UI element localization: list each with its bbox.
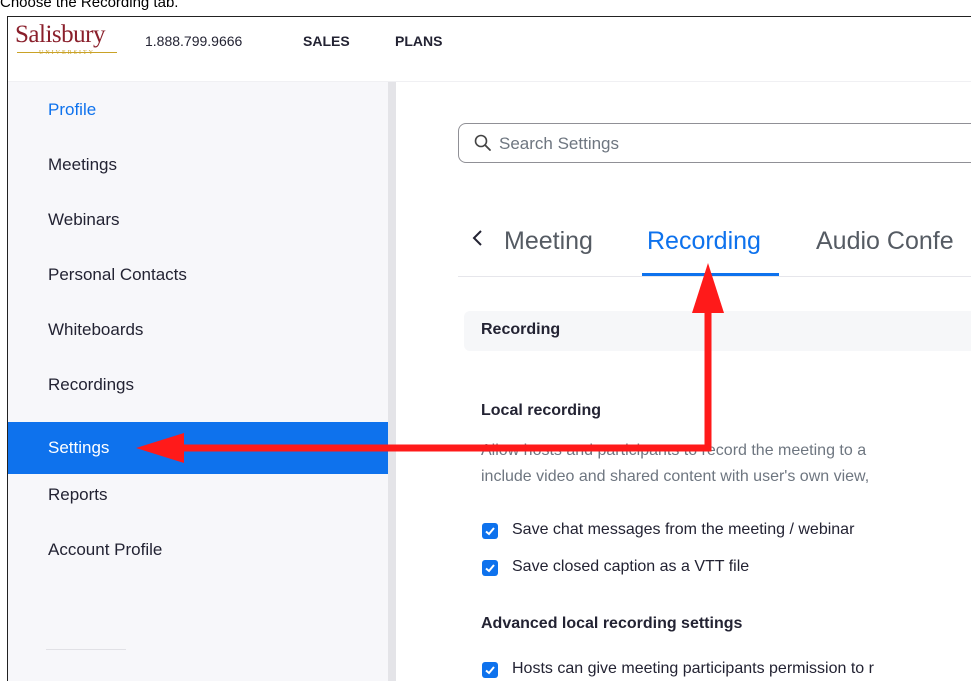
sidebar-item-meetings[interactable]: Meetings [8, 141, 388, 189]
advanced-settings-title: Advanced local recording settings [481, 615, 743, 632]
sidebar-item-whiteboards[interactable]: Whiteboards [8, 306, 388, 354]
phone-number[interactable]: 1.888.799.9666 [145, 33, 242, 49]
search-icon [474, 134, 491, 151]
tab-meeting[interactable]: Meeting [504, 227, 593, 256]
search-input[interactable] [497, 130, 971, 158]
local-recording-description-line-1: Allow hosts and participants to record t… [481, 442, 867, 459]
sidebar-item-recordings[interactable]: Recordings [8, 361, 388, 409]
local-recording-title: Local recording [481, 402, 602, 419]
local-recording-description-line-2: include video and shared content with us… [481, 468, 870, 485]
search-box[interactable] [458, 123, 971, 163]
salisbury-logo[interactable]: Salisbury UNIVERSITY [15, 21, 125, 61]
sidebar-divider [46, 649, 126, 650]
logo-wordmark: Salisbury [15, 21, 105, 48]
top-bar: Salisbury UNIVERSITY 1.888.799.9666 SALE… [8, 17, 971, 82]
checkbox-checked-icon[interactable] [482, 560, 498, 576]
app-window: Salisbury UNIVERSITY 1.888.799.9666 SALE… [7, 16, 971, 681]
checkbox-label: Save closed caption as a VTT file [512, 558, 750, 575]
tabs-divider [458, 276, 971, 277]
sidebar-item-personal-contacts[interactable]: Personal Contacts [8, 251, 388, 299]
sidebar-scrollbar[interactable] [388, 82, 396, 681]
sidebar-item-profile[interactable]: Profile [8, 86, 388, 134]
section-title: Recording [481, 321, 561, 338]
checkbox-label: Hosts can give meeting participants perm… [512, 660, 874, 677]
sidebar-item-account-profile[interactable]: Account Profile [8, 526, 388, 574]
sidebar-item-reports[interactable]: Reports [8, 471, 388, 519]
sidebar-item-settings[interactable]: Settings [8, 422, 388, 474]
tab-recording[interactable]: Recording [647, 227, 761, 256]
checkbox-checked-icon[interactable] [482, 662, 498, 678]
nav-plans-link[interactable]: PLANS [395, 33, 442, 49]
chevron-left-icon[interactable] [471, 228, 485, 254]
nav-sales-link[interactable]: SALES [303, 33, 350, 49]
instruction-caption: Choose the Recording tab. [0, 0, 179, 11]
checkbox-checked-icon[interactable] [482, 523, 498, 539]
section-header-recording[interactable]: Recording [464, 311, 971, 351]
sidebar-item-webinars[interactable]: Webinars [8, 196, 388, 244]
logo-subtitle: UNIVERSITY [39, 50, 95, 56]
checkbox-label: Save chat messages from the meeting / we… [512, 521, 855, 538]
tab-audio-conference[interactable]: Audio Confe [816, 227, 954, 256]
sidebar: Profile Meetings Webinars Personal Conta… [8, 82, 388, 681]
